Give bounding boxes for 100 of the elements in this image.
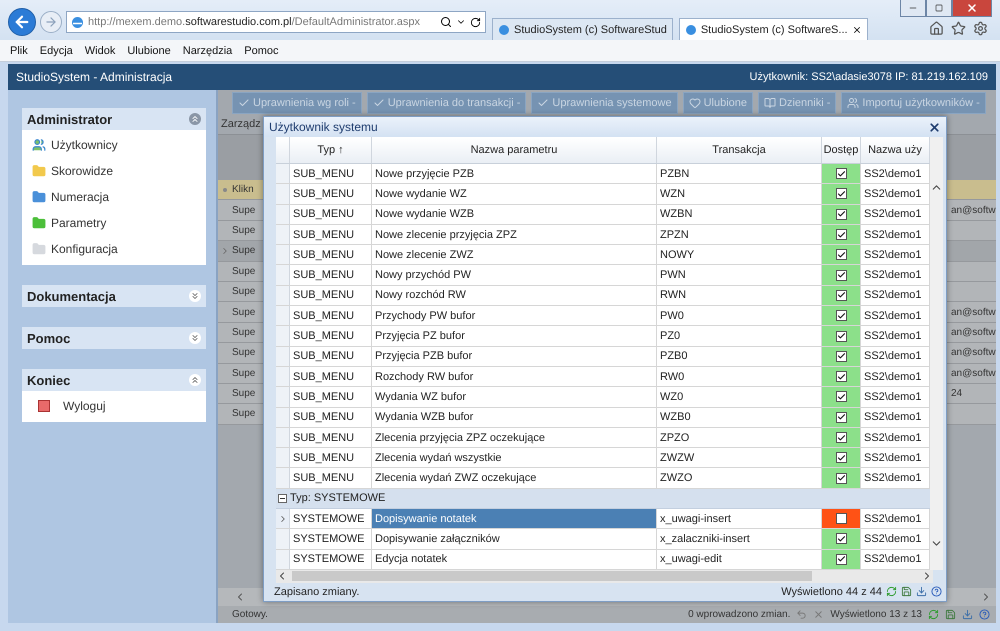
sidebar-item[interactable]: Użytkownicy <box>32 132 206 158</box>
panel-header[interactable]: Dokumentacja <box>22 285 206 307</box>
sidebar-item[interactable]: Skorowidze <box>32 158 206 184</box>
check-icon <box>836 188 846 199</box>
table-cell: SUB_MENU <box>290 428 372 448</box>
checkbox[interactable] <box>836 554 846 565</box>
checkbox[interactable] <box>836 188 846 200</box>
table-cell-text: Klikn <box>232 183 255 198</box>
table-cell: SUB_MENU <box>290 164 372 184</box>
table-cell-text: Supe <box>232 326 256 340</box>
table-cell-text: Supe <box>232 366 256 381</box>
collapse-icon[interactable] <box>189 374 201 386</box>
checkbox[interactable] <box>836 391 846 402</box>
column-header[interactable]: Dostęp <box>822 137 861 163</box>
checkbox[interactable] <box>836 513 846 524</box>
minimize-button[interactable] <box>900 0 926 17</box>
menu-item[interactable]: Narzędzia <box>182 44 232 56</box>
checkbox[interactable] <box>836 350 846 362</box>
expand-icon[interactable] <box>189 290 201 302</box>
logout-icon <box>38 400 50 412</box>
table-cell-text: Supe <box>232 306 256 320</box>
arrow-right-icon <box>44 15 58 29</box>
checkbox[interactable] <box>836 533 846 544</box>
group-row[interactable]: Typ: SYSTEMOWE <box>276 488 930 510</box>
book-icon <box>764 97 776 109</box>
checkbox[interactable] <box>836 208 846 220</box>
table-cell: SUB_MENU <box>290 326 372 346</box>
menu-item[interactable]: Pomoc <box>244 44 279 56</box>
table-cell-text: an@softw <box>951 366 996 381</box>
column-header[interactable]: Typ ↑ <box>290 137 372 163</box>
table-cell: SUB_MENU <box>290 245 372 264</box>
menu-item[interactable]: Edycja <box>40 44 73 56</box>
table-cell: Przyjęcia PZ bufor <box>372 326 657 346</box>
column-header[interactable]: Transakcja <box>657 137 822 163</box>
table-cell: Nowe zlecenie ZWZ <box>372 245 657 264</box>
settings-icon[interactable] <box>973 21 988 36</box>
panel-header[interactable]: Pomoc <box>22 327 206 349</box>
help-icon[interactable] <box>931 586 942 598</box>
save-icon[interactable] <box>901 586 912 598</box>
vertical-scrollbar[interactable] <box>930 137 943 570</box>
check-icon <box>372 97 385 109</box>
check-icon <box>836 392 846 402</box>
table-cell: SUB_MENU <box>290 286 372 306</box>
check-icon <box>836 209 846 220</box>
table-cell: SUB_MENU <box>290 265 372 285</box>
table-cell: Nowy przychód PW <box>372 265 657 285</box>
address-field[interactable]: http://mexem.demo.softwarestudio.com.pl/DefaultAdministrator.aspx <box>66 11 486 33</box>
checkbox[interactable] <box>836 310 846 322</box>
checkbox[interactable] <box>836 270 846 281</box>
tab-title: StudioSystem (c) SoftwareS... <box>700 24 848 36</box>
checkbox[interactable] <box>836 412 846 423</box>
horizontal-scrollbar[interactable] <box>276 570 933 583</box>
close-button[interactable] <box>952 0 992 17</box>
table-cell: Nowe wydanie WZ <box>372 184 657 204</box>
table-cell: Nowe zlecenie przyjęcia ZPZ <box>372 224 657 244</box>
refresh-icon[interactable] <box>470 16 481 28</box>
sidebar-item[interactable]: Numeracja <box>32 184 206 210</box>
table-cell-text: an@softw <box>951 326 996 340</box>
panel-header[interactable]: Koniec <box>22 369 206 391</box>
menu-item[interactable]: Ulubione <box>127 44 171 56</box>
panel-header[interactable]: Administrator <box>22 108 206 130</box>
menu-item[interactable]: Widok <box>84 44 116 56</box>
close-icon[interactable] <box>852 24 862 34</box>
check-icon <box>836 432 846 442</box>
column-header[interactable]: Nazwa parametru <box>372 137 657 163</box>
table-cell-text: an@softw <box>951 306 996 320</box>
status-text: Zapisano zmiany. <box>274 586 360 598</box>
close-icon <box>966 2 978 14</box>
collapse-icon[interactable] <box>278 494 287 503</box>
check-icon <box>537 97 550 109</box>
download-icon[interactable] <box>916 586 927 598</box>
expand-icon[interactable] <box>189 332 201 344</box>
check-icon <box>836 230 846 240</box>
menu-item[interactable]: Plik <box>10 44 28 56</box>
checkbox[interactable] <box>836 452 846 464</box>
table-cell: SUB_MENU <box>290 408 372 427</box>
table-cell-text: Supe <box>232 387 256 402</box>
browser-tab[interactable]: StudioSystem (c) SoftwareS... <box>678 18 868 40</box>
search-icon[interactable] <box>440 16 452 28</box>
table-cell: SYSTEMOWE <box>290 529 372 549</box>
back-button[interactable] <box>8 8 36 36</box>
checkbox[interactable] <box>836 371 846 382</box>
maximize-button[interactable] <box>926 0 952 17</box>
checkbox[interactable] <box>836 290 846 301</box>
sidebar-item[interactable]: Parametry <box>32 210 206 236</box>
checkbox[interactable] <box>836 472 846 484</box>
checkbox[interactable] <box>836 432 846 443</box>
table-cell: Dopisywanie notatek <box>372 509 657 528</box>
sidebar-item[interactable]: Konfiguracja <box>32 236 206 262</box>
help-icon[interactable] <box>979 609 990 620</box>
table-cell: SUB_MENU <box>290 204 372 224</box>
checkbox[interactable] <box>836 229 846 240</box>
checkbox[interactable] <box>836 168 846 180</box>
star-icon[interactable] <box>951 21 966 36</box>
browser-tab[interactable]: StudioSystem (c) SoftwareStud <box>492 18 673 40</box>
checkbox[interactable] <box>836 249 846 260</box>
close-button[interactable] <box>928 120 941 134</box>
home-icon[interactable] <box>929 21 944 36</box>
table-cell: Nowe przyjęcie PZB <box>372 164 657 184</box>
checkbox[interactable] <box>836 330 846 342</box>
